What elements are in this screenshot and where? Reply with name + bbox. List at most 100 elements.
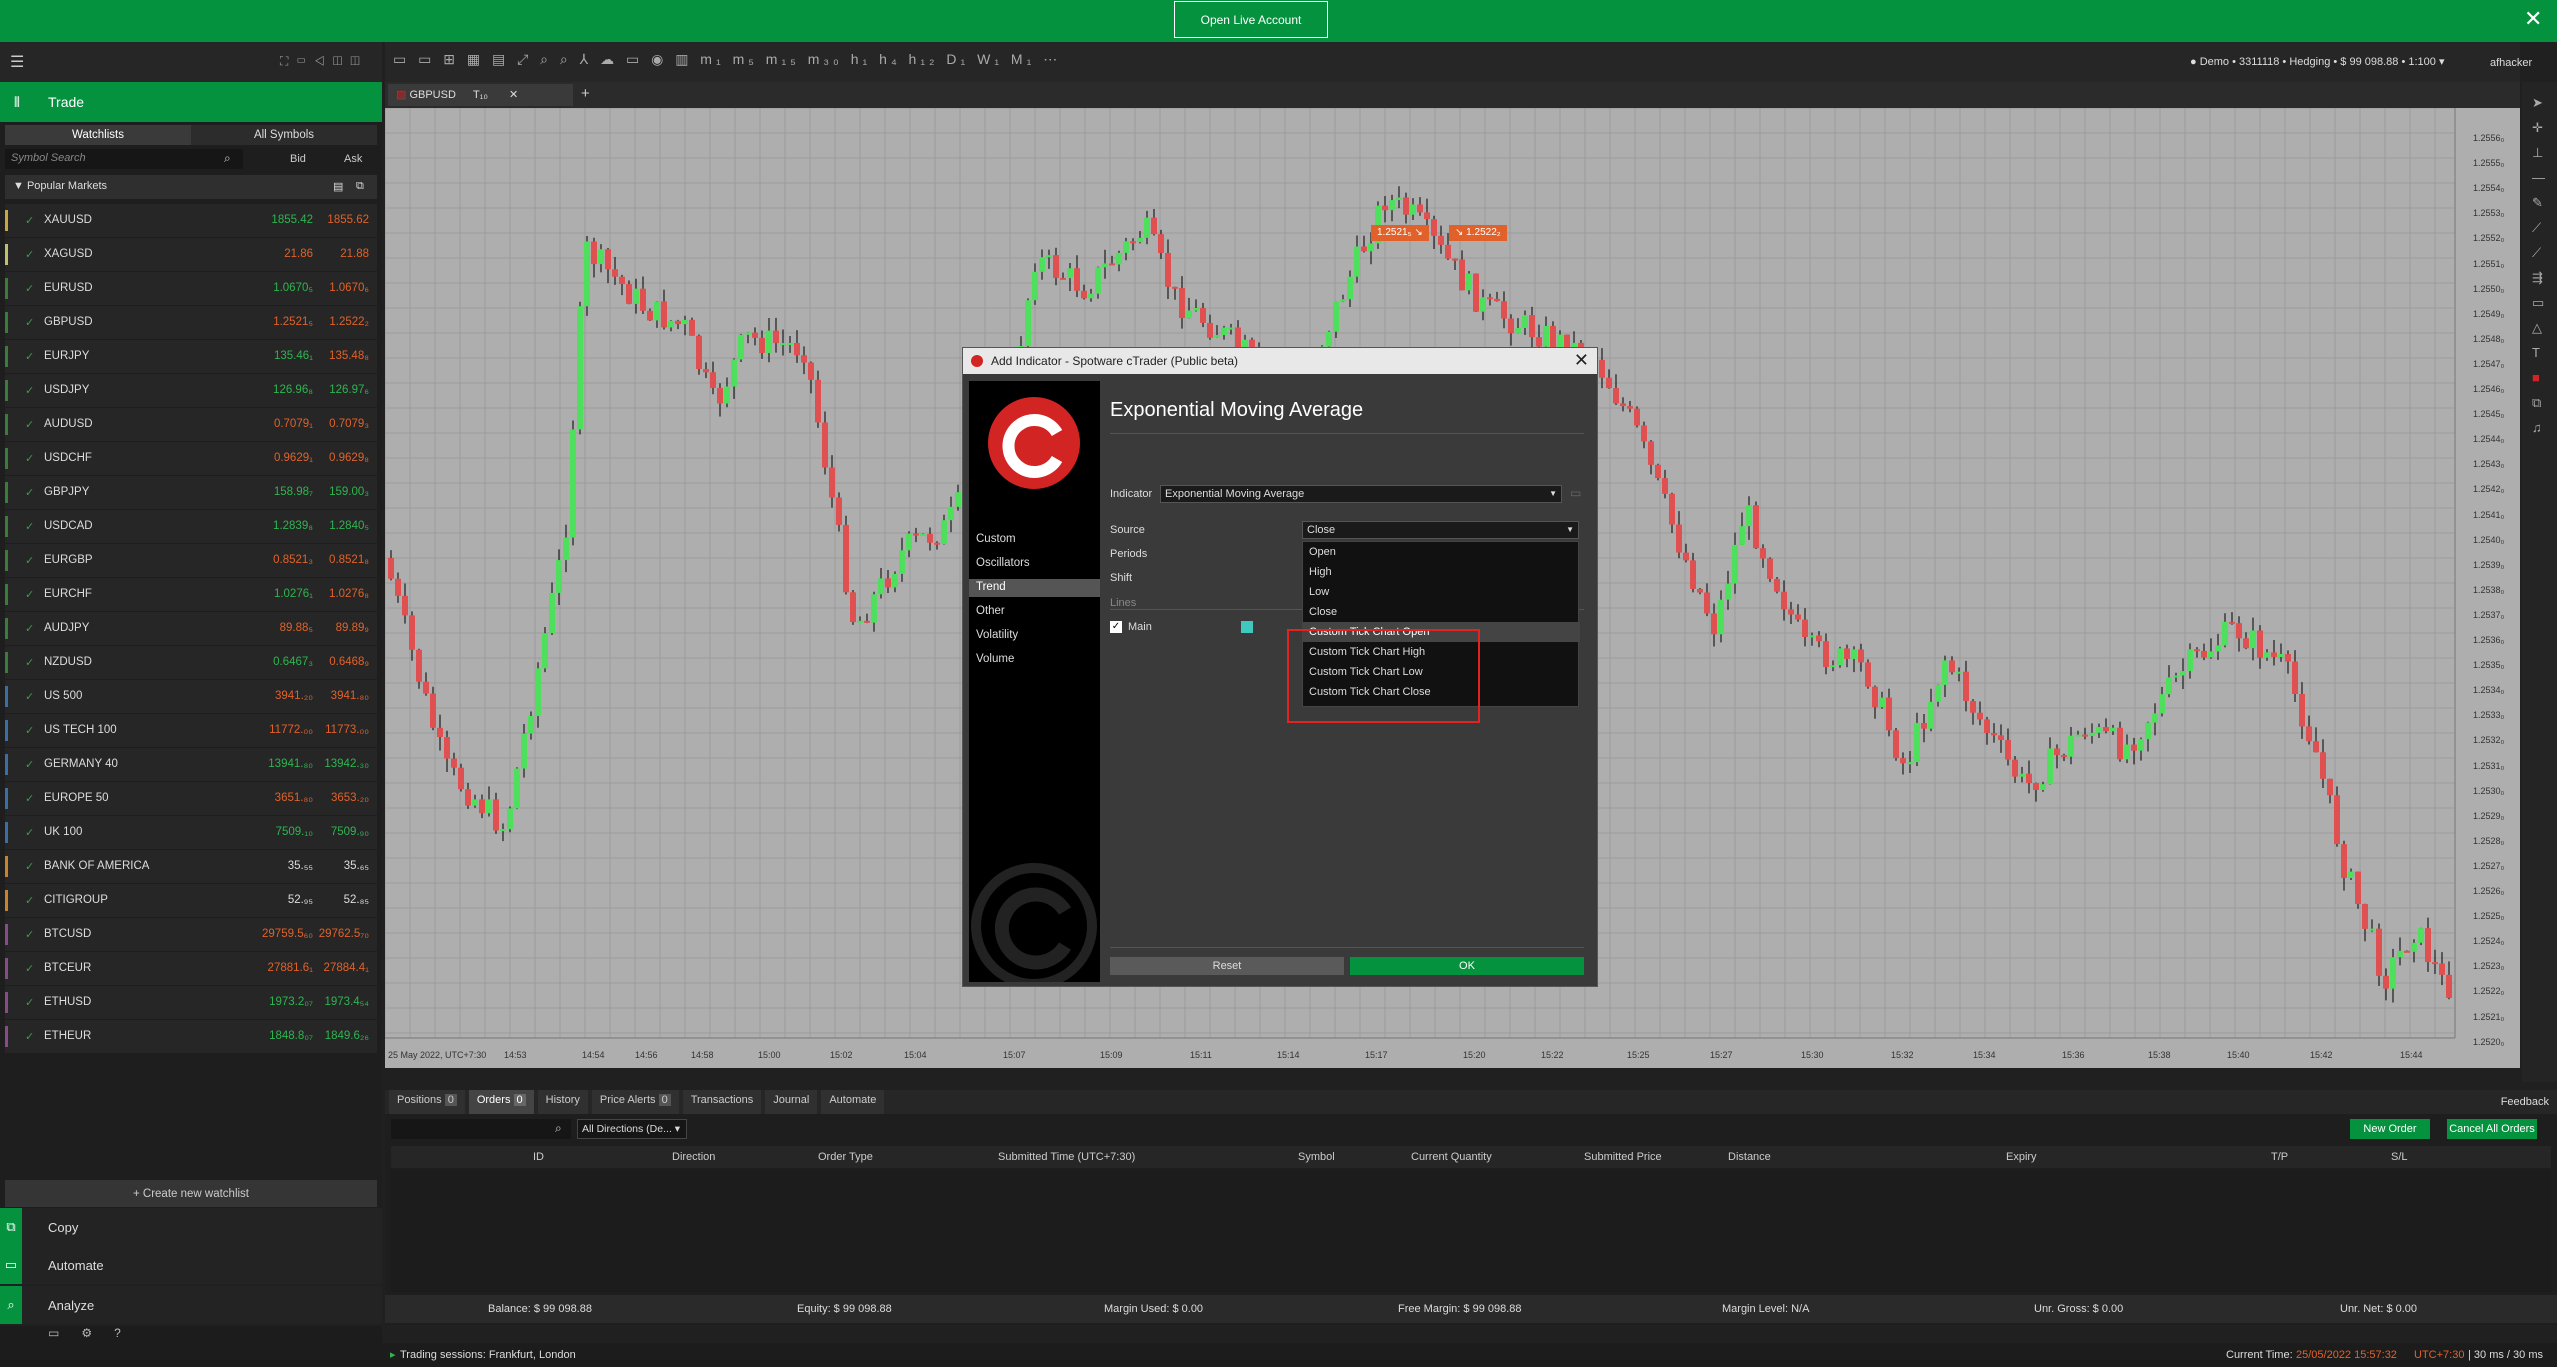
symbol-bid[interactable]: 0.6467₃ xyxy=(273,656,313,668)
symbol-ask[interactable]: 11773.₀₀ xyxy=(325,724,369,736)
symbol-ask[interactable]: 7509.₉₀ xyxy=(331,826,369,838)
watchlist-row[interactable]: ✓ GBPUSD 1.2521₅ 1.2522₂ xyxy=(5,306,377,339)
symbol-ask[interactable]: 52.₈₅ xyxy=(344,894,369,906)
feedback-link[interactable]: Feedback xyxy=(2501,1096,2549,1108)
symbol-ask[interactable]: 1.0670₆ xyxy=(329,282,369,294)
symbol-bid[interactable]: 0.9629₁ xyxy=(274,452,313,464)
watchlist-row[interactable]: ✓ AUDUSD 0.7079₁ 0.7079₃ xyxy=(5,408,377,441)
symbol-bid[interactable]: 0.7079₁ xyxy=(274,418,313,430)
ok-button[interactable]: OK xyxy=(1350,957,1584,975)
symbol-ask[interactable]: 1.2522₂ xyxy=(329,316,369,328)
watchlist-row[interactable]: ✓ GERMANY 40 13941.₈₀ 13942.₃₀ xyxy=(5,748,377,781)
ask-price-tag[interactable]: ↘ 1.2522₂ xyxy=(1449,225,1507,241)
watchlist-row[interactable]: ✓ BTCEUR 27881.6₁ 27884.4₁ xyxy=(5,952,377,985)
close-tab-icon[interactable]: ✕ xyxy=(509,89,518,101)
orders-search-input[interactable] xyxy=(391,1119,571,1139)
watchlist-row[interactable]: ✓ UK 100 7509.₁₀ 7509.₉₀ xyxy=(5,816,377,849)
symbol-ask[interactable]: 13942.₃₀ xyxy=(324,758,369,770)
watchlist-row[interactable]: ✓ EURJPY 135.46₁ 135.48₈ xyxy=(5,340,377,373)
option-open[interactable]: Open xyxy=(1303,542,1580,562)
indicator-select[interactable]: Exponential Moving Average ▼ xyxy=(1160,485,1562,503)
symbol-bid[interactable]: 158.98₇ xyxy=(274,486,313,498)
info-icon[interactable]: ▭ xyxy=(1570,486,1581,500)
watchlist-row[interactable]: ✓ BTCUSD 29759.5₆₀ 29762.5₇₀ xyxy=(5,918,377,951)
tab-watchlists[interactable]: Watchlists xyxy=(5,125,191,145)
col-id[interactable]: ID xyxy=(533,1151,544,1163)
option-low[interactable]: Low xyxy=(1303,582,1580,602)
watchlist-row[interactable]: ✓ USDCHF 0.9629₁ 0.9629₈ xyxy=(5,442,377,475)
symbol-ask[interactable]: 0.9629₈ xyxy=(329,452,369,464)
category-volatility[interactable]: Volatility xyxy=(969,627,1100,645)
watchlist-row[interactable]: ✓ EURUSD 1.0670₅ 1.0670₆ xyxy=(5,272,377,305)
watchlist-row[interactable]: ✓ AUDJPY 89.88₅ 89.89₉ xyxy=(5,612,377,645)
watchlist-row[interactable]: ✓ EURCHF 1.0276₁ 1.0276₈ xyxy=(5,578,377,611)
chart-period[interactable]: T₁₀ xyxy=(473,89,488,101)
direction-filter-select[interactable]: All Directions (De... ▾ xyxy=(577,1119,687,1139)
source-select[interactable]: Close ▼ xyxy=(1302,521,1579,539)
account-info[interactable]: ● Demo • 3311118 • Hedging • $ 99 098.88… xyxy=(2190,55,2444,68)
option-high[interactable]: High xyxy=(1303,562,1580,582)
tab-orders[interactable]: Orders 0 xyxy=(468,1090,534,1114)
symbol-bid[interactable]: 27881.6₁ xyxy=(268,962,313,974)
symbol-ask[interactable]: 21.88 xyxy=(340,248,369,260)
category-volume[interactable]: Volume xyxy=(969,651,1100,669)
watchlist-row[interactable]: ✓ CITIGROUP 52.₉₅ 52.₈₅ xyxy=(5,884,377,917)
tab-history[interactable]: History xyxy=(537,1090,588,1114)
watchlist-row[interactable]: ✓ EUROPE 50 3651.₈₀ 3653.₂₀ xyxy=(5,782,377,815)
watchlist-row[interactable]: ✓ EURGBP 0.8521₃ 0.8521₈ xyxy=(5,544,377,577)
symbol-ask[interactable]: 1849.6₂₆ xyxy=(325,1030,369,1042)
watchlist-row[interactable]: ✓ BANK OF AMERICA 35.₅₅ 35.₆₅ xyxy=(5,850,377,883)
col-submitted-price[interactable]: Submitted Price xyxy=(1584,1151,1662,1163)
add-tab-icon[interactable]: + xyxy=(581,85,590,102)
symbol-bid[interactable]: 13941.₈₀ xyxy=(268,758,313,770)
col-sl[interactable]: S/L xyxy=(2391,1151,2408,1163)
popout-icon[interactable]: ⧉ xyxy=(356,180,364,193)
toolbar-icons[interactable]: ▭ ▭ ⊞ ▦ ▤ ⤢ ⌕ ⌕ ⅄ ☁ ▭ ◉ ▥ m₁ m₅ m₁₅ m₃₀ … xyxy=(393,51,1061,67)
tab-automate[interactable]: Automate xyxy=(821,1090,885,1114)
close-banner-icon[interactable]: ✕ xyxy=(2524,6,2542,32)
symbol-bid[interactable]: 7509.₁₀ xyxy=(276,826,313,838)
symbol-bid[interactable]: 3941.₂₀ xyxy=(275,690,313,702)
symbol-ask[interactable]: 135.48₈ xyxy=(329,350,369,362)
symbol-ask[interactable]: 1.0276₈ xyxy=(329,588,369,600)
nav-analyze[interactable]: ⌕ Analyze xyxy=(0,1286,382,1324)
watchlist-row[interactable]: ✓ US TECH 100 11772.₀₀ 11773.₀₀ xyxy=(5,714,377,747)
symbol-ask[interactable]: 1855.62 xyxy=(327,214,369,226)
symbol-bid[interactable]: 1.2839₈ xyxy=(273,520,313,532)
tab-price-alerts[interactable]: Price Alerts 0 xyxy=(591,1090,679,1114)
popular-markets-group[interactable]: ▼ Popular Markets ▤ ⧉ xyxy=(5,175,377,199)
panel-tools-icons[interactable]: ⛶▭◁◫◫ xyxy=(280,54,368,69)
cancel-all-orders-button[interactable]: Cancel All Orders xyxy=(2447,1119,2537,1139)
symbol-ask[interactable]: 27884.4₁ xyxy=(324,962,369,974)
symbol-bid[interactable]: 1.0670₅ xyxy=(273,282,313,294)
dialog-titlebar[interactable]: Add Indicator - Spotware cTrader (Public… xyxy=(963,348,1597,374)
watchlist-row[interactable]: ✓ ETHEUR 1848.8₀₇ 1849.6₂₆ xyxy=(5,1020,377,1053)
watchlist-row[interactable]: ✓ USDCAD 1.2839₈ 1.2840₅ xyxy=(5,510,377,543)
col-direction[interactable]: Direction xyxy=(672,1151,715,1163)
symbol-ask[interactable]: 0.6468₉ xyxy=(329,656,369,668)
col-distance[interactable]: Distance xyxy=(1728,1151,1771,1163)
bid-price-tag[interactable]: 1.2521₅ ↘ xyxy=(1371,225,1429,241)
symbol-ask[interactable]: 159.00₃ xyxy=(329,486,369,498)
main-line-checkbox[interactable]: ✓ xyxy=(1110,621,1122,633)
symbol-bid[interactable]: 89.88₅ xyxy=(280,622,313,634)
list-view-icon[interactable]: ▤ xyxy=(333,180,343,193)
col-symbol[interactable]: Symbol xyxy=(1298,1151,1335,1163)
menu-icon[interactable]: ☰ xyxy=(10,52,24,72)
symbol-ask[interactable]: 3653.₂₀ xyxy=(331,792,369,804)
symbol-ask[interactable]: 1.2840₅ xyxy=(329,520,369,532)
orders-search-icon[interactable]: ⌕ xyxy=(555,1121,562,1136)
symbol-bid[interactable]: 29759.5₆₀ xyxy=(262,928,313,940)
timezone[interactable]: UTC+7:30 xyxy=(2414,1349,2464,1361)
symbol-bid[interactable]: 52.₉₅ xyxy=(288,894,313,906)
symbol-bid[interactable]: 1.2521₅ xyxy=(273,316,313,328)
option-close[interactable]: Close xyxy=(1303,602,1580,622)
symbol-bid[interactable]: 11772.₀₀ xyxy=(269,724,313,736)
watchlist-row[interactable]: ✓ ETHUSD 1973.2₀₇ 1973.4₅₄ xyxy=(5,986,377,1019)
symbol-ask[interactable]: 126.97₆ xyxy=(329,384,369,396)
symbol-ask[interactable]: 35.₆₅ xyxy=(344,860,369,872)
search-icon[interactable]: ⌕ xyxy=(224,151,231,166)
symbol-bid[interactable]: 0.8521₃ xyxy=(273,554,313,566)
nav-copy[interactable]: ⧉ Copy xyxy=(0,1208,382,1246)
new-order-button[interactable]: New Order xyxy=(2350,1119,2430,1139)
